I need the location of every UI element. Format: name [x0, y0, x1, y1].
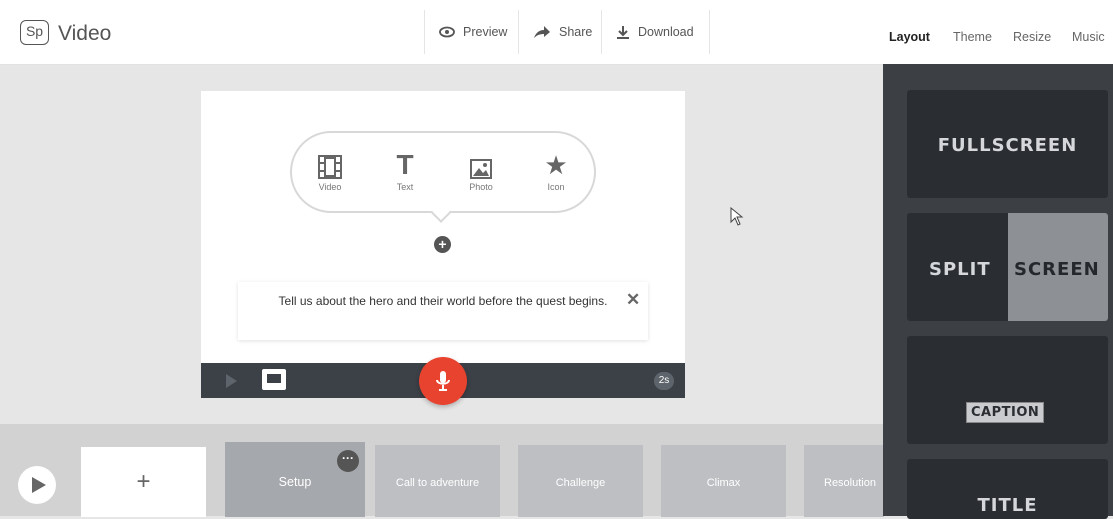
split-label: SPLIT: [929, 259, 991, 280]
record-voice-button[interactable]: [419, 357, 467, 405]
photo-icon: [456, 151, 506, 179]
play-icon[interactable]: [226, 374, 237, 388]
preview-label: Preview: [463, 25, 508, 39]
play-all-button[interactable]: [18, 466, 56, 504]
layout-caption[interactable]: CAPTION: [907, 336, 1108, 444]
layout-split-screen[interactable]: SPLIT SCREEN: [907, 213, 1108, 321]
video-label: Video: [318, 182, 342, 192]
layout-title[interactable]: TITLE: [907, 459, 1108, 519]
tab-theme[interactable]: Theme: [953, 30, 992, 44]
layout-panel: FULLSCREEN SPLIT SCREEN CAPTION TITLE: [883, 64, 1113, 519]
star-icon: ★: [544, 150, 568, 180]
storyline-filmstrip: + Setup Call to adventure Challenge Clim…: [0, 424, 884, 517]
slide-options-button[interactable]: ···: [337, 450, 359, 472]
title-label: TITLE: [977, 495, 1038, 516]
prompt-card: Tell us about the hero and their world b…: [238, 282, 648, 340]
eye-icon: [439, 26, 455, 38]
share-arrow-icon: [533, 25, 551, 39]
close-icon[interactable]: ✕: [626, 290, 640, 310]
share-label: Share: [559, 25, 593, 39]
download-label: Download: [638, 25, 694, 39]
icon-label: Icon: [547, 182, 565, 192]
text-icon: T: [396, 149, 414, 180]
fullscreen-label: FULLSCREEN: [937, 135, 1078, 156]
tab-layout[interactable]: Layout: [889, 30, 930, 44]
add-video-button[interactable]: Video: [305, 151, 355, 192]
download-icon: [616, 25, 630, 40]
add-photo-button[interactable]: Photo: [456, 151, 506, 192]
slide-call-to-adventure[interactable]: Call to adventure: [375, 445, 500, 517]
film-icon: [305, 151, 355, 179]
tab-music[interactable]: Music: [1072, 30, 1105, 44]
plus-circle-icon[interactable]: +: [434, 236, 451, 253]
share-button[interactable]: Share: [518, 10, 601, 54]
slide-climax[interactable]: Climax: [661, 445, 786, 517]
prompt-text: Tell us about the hero and their world b…: [278, 294, 608, 308]
text-label: Text: [396, 182, 414, 192]
caption-label: CAPTION: [966, 402, 1045, 423]
slide-canvas[interactable]: Video T Text Photo ★ Icon + Tell us abou…: [201, 91, 685, 363]
slide-challenge[interactable]: Challenge: [518, 445, 643, 517]
screen-label: SCREEN: [1014, 259, 1100, 280]
microphone-icon: [436, 371, 450, 391]
play-icon: [32, 477, 46, 493]
layout-fullscreen[interactable]: FULLSCREEN: [907, 90, 1108, 198]
download-button[interactable]: Download: [601, 10, 709, 54]
toolbar-divider: [709, 10, 710, 54]
app-title: Video: [58, 22, 112, 45]
cursor-icon: [730, 206, 744, 232]
add-slide-button[interactable]: +: [81, 447, 206, 517]
photo-label: Photo: [469, 182, 493, 192]
duration-badge[interactable]: 2s: [654, 372, 674, 390]
preview-button[interactable]: Preview: [424, 10, 518, 54]
add-icon-button[interactable]: ★ Icon: [531, 151, 581, 192]
spark-logo[interactable]: Sp: [20, 20, 49, 45]
add-text-button[interactable]: T Text: [380, 149, 430, 193]
top-bar: Sp Video Preview Share Download Layout T…: [0, 0, 1113, 65]
caption-icon[interactable]: [262, 369, 286, 390]
slide-resolution[interactable]: Resolution: [804, 445, 884, 517]
tab-resize[interactable]: Resize: [1013, 30, 1051, 44]
